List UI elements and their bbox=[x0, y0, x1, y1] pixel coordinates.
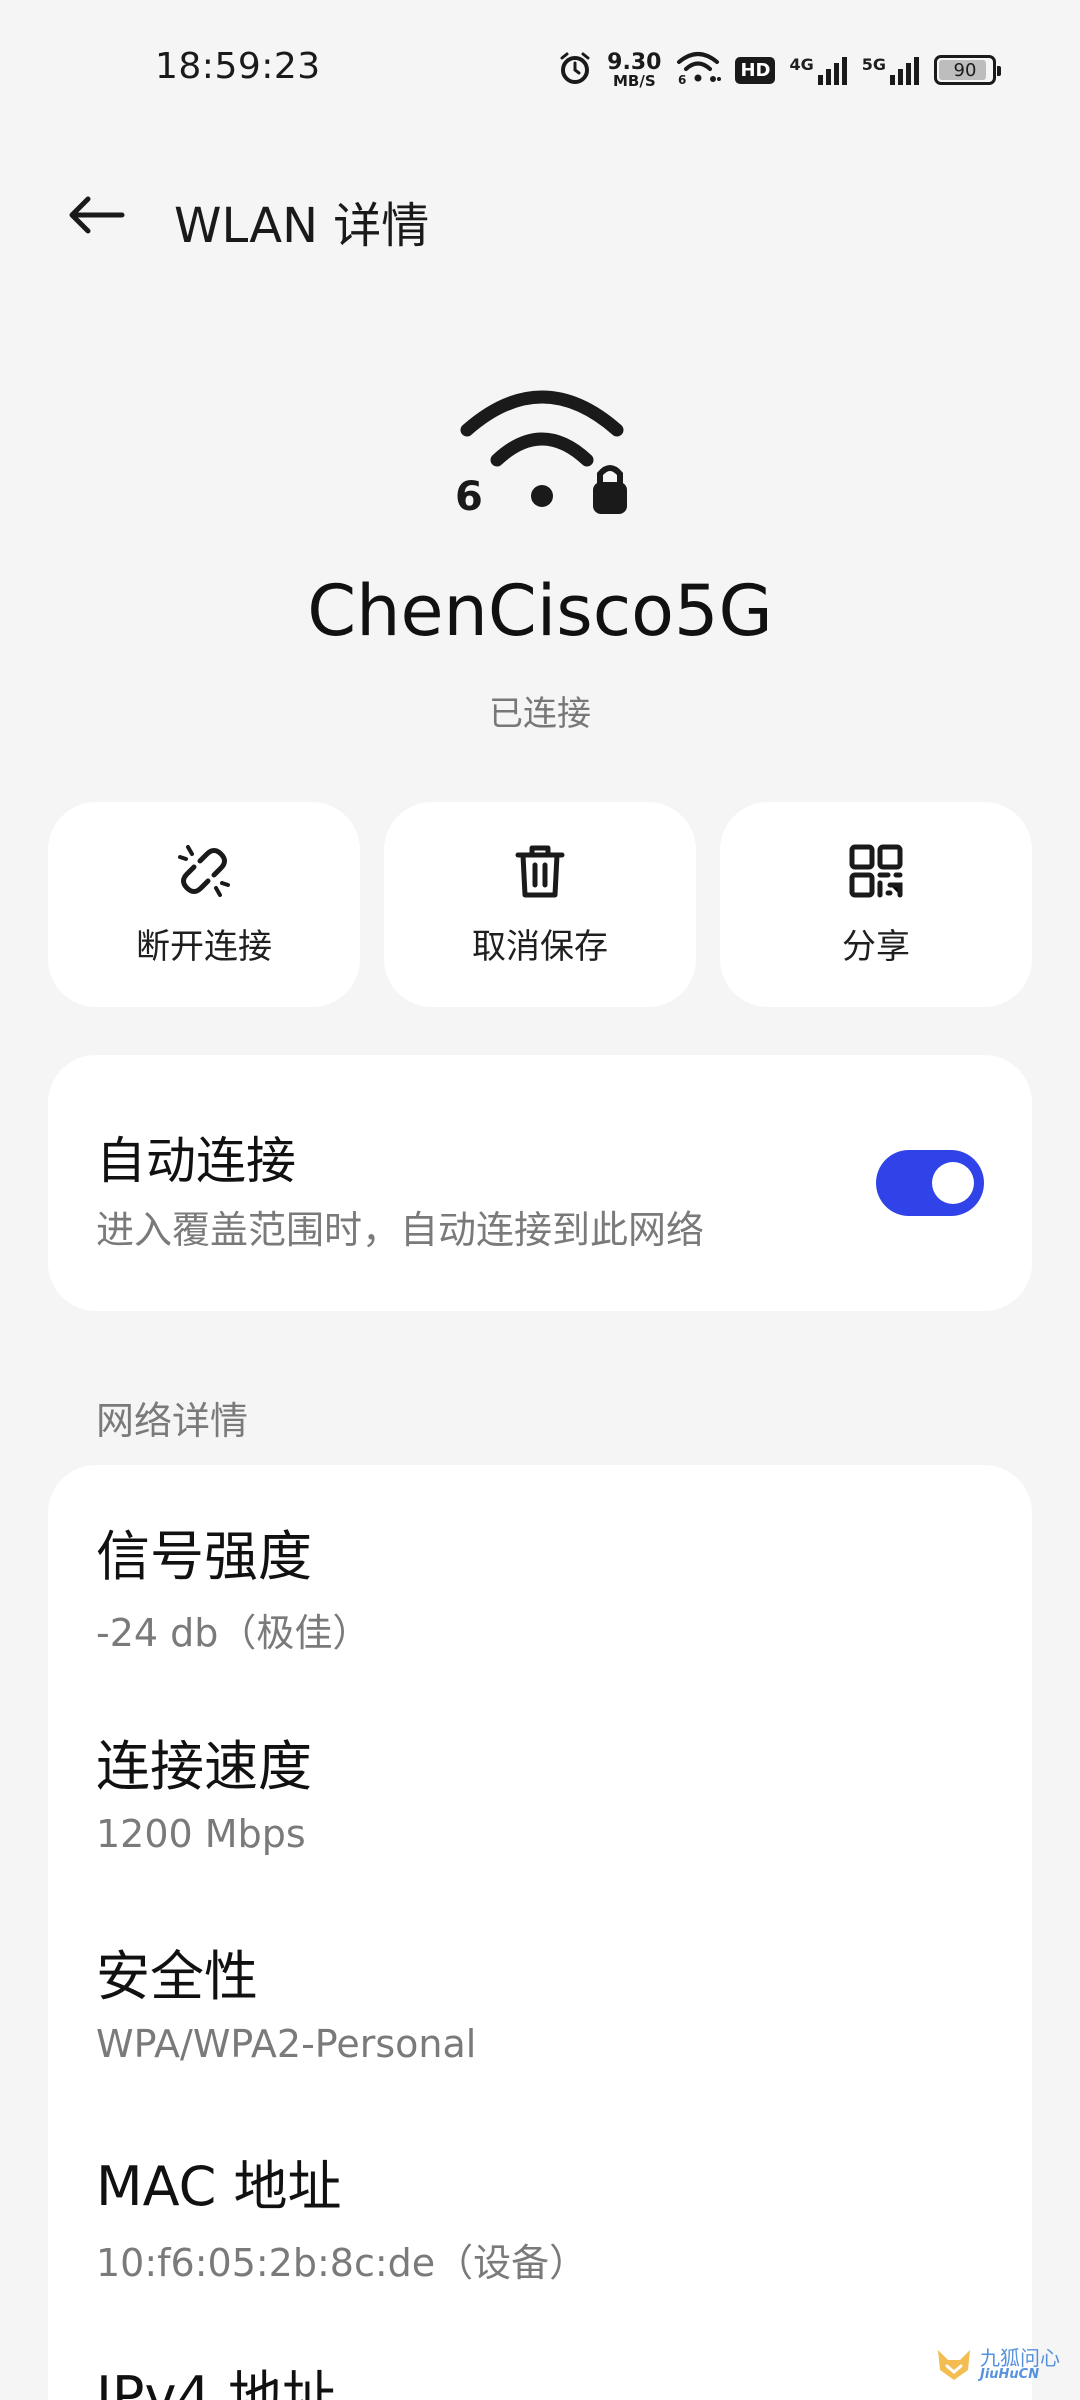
battery-icon: 90 bbox=[934, 55, 1001, 85]
app-header: WLAN 详情 bbox=[0, 170, 1080, 260]
auto-connect-card: 自动连接 进入覆盖范围时，自动连接到此网络 bbox=[48, 1055, 1032, 1311]
disconnect-button[interactable]: 断开连接 bbox=[48, 802, 360, 1007]
wifi-6-locked-icon: 6 bbox=[455, 378, 630, 520]
security-value: WPA/WPA2-Personal bbox=[96, 2021, 477, 2066]
mac-address-title: MAC 地址 bbox=[96, 2155, 342, 2218]
network-details-card: 信号强度 -24 db（极佳） 连接速度 1200 Mbps 安全性 WPA/W… bbox=[48, 1465, 1032, 2400]
forget-network-label: 取消保存 bbox=[472, 927, 608, 967]
status-time: 18:59:23 bbox=[155, 46, 321, 87]
cellular-signal-5g: 5G bbox=[862, 55, 920, 85]
fox-logo-icon bbox=[938, 2350, 970, 2380]
mac-address-row[interactable]: MAC 地址 10:f6:05:2b:8c:de（设备） bbox=[96, 2155, 996, 2287]
connection-status: 已连接 bbox=[489, 694, 591, 734]
ipv4-address-row[interactable]: IPv4 地址 bbox=[96, 2365, 996, 2400]
broken-link-icon bbox=[178, 845, 230, 897]
trash-icon bbox=[515, 845, 565, 898]
signal-bars-icon bbox=[817, 57, 847, 85]
security-title: 安全性 bbox=[96, 1945, 258, 2008]
qr-code-icon bbox=[849, 844, 903, 898]
signal-strength-title: 信号强度 bbox=[96, 1525, 312, 1588]
signal-strength-value: -24 db（极佳） bbox=[96, 1610, 371, 1655]
network-name: ChenCisco5G bbox=[307, 570, 773, 652]
cell-5g-label: 5G bbox=[861, 55, 886, 74]
share-label: 分享 bbox=[842, 927, 910, 967]
battery-nub bbox=[997, 66, 1001, 76]
cellular-signal-4g: 4G bbox=[789, 55, 847, 85]
signal-strength-row[interactable]: 信号强度 -24 db（极佳） bbox=[96, 1525, 996, 1657]
disconnect-label: 断开连接 bbox=[136, 927, 272, 967]
status-bar: 18:59:23 9.30 MB/S 6 HD 4G 5G 90 bbox=[0, 0, 1080, 140]
action-buttons: 断开连接 取消保存 分享 bbox=[48, 802, 1032, 1007]
watermark-en: JiuHuCN bbox=[980, 2366, 1040, 2382]
watermark: 九狐问心 JiuHuCN bbox=[934, 2336, 1060, 2392]
mac-address-value: 10:f6:05:2b:8c:de（设备） bbox=[96, 2240, 588, 2285]
network-speed-unit: MB/S bbox=[612, 71, 656, 90]
cell-4g-label: 4G bbox=[789, 55, 814, 74]
alarm-icon bbox=[557, 50, 593, 90]
forget-network-button[interactable]: 取消保存 bbox=[384, 802, 696, 1007]
status-icons: 9.30 MB/S 6 HD 4G 5G 90 bbox=[557, 48, 1001, 92]
hd-voice-badge: HD bbox=[735, 56, 776, 84]
auto-connect-description: 进入覆盖范围时，自动连接到此网络 bbox=[96, 1208, 705, 1252]
link-speed-value: 1200 Mbps bbox=[96, 1811, 306, 1856]
watermark-cn: 九狐问心 bbox=[980, 2345, 1060, 2370]
auto-connect-title: 自动连接 bbox=[96, 1132, 296, 1190]
back-button[interactable] bbox=[56, 180, 136, 250]
toggle-knob bbox=[932, 1162, 974, 1204]
auto-connect-toggle[interactable] bbox=[876, 1150, 984, 1216]
wlan-details-screen: 18:59:23 9.30 MB/S 6 HD 4G 5G 90 WLAN 详情… bbox=[0, 0, 1080, 2400]
network-speed: 9.30 MB/S bbox=[607, 49, 662, 90]
network-speed-value: 9.30 bbox=[607, 49, 662, 75]
watermark-text: 九狐问心 JiuHuCN bbox=[980, 2348, 1060, 2381]
network-details-section-label: 网络详情 bbox=[96, 1399, 249, 1443]
link-speed-row[interactable]: 连接速度 1200 Mbps bbox=[96, 1735, 996, 1856]
wifi-status-icon: 6 bbox=[675, 50, 722, 90]
share-button[interactable]: 分享 bbox=[720, 802, 1032, 1007]
ipv4-address-title: IPv4 地址 bbox=[96, 2365, 336, 2400]
link-speed-title: 连接速度 bbox=[96, 1735, 312, 1798]
security-row[interactable]: 安全性 WPA/WPA2-Personal bbox=[96, 1945, 996, 2066]
svg-text:6: 6 bbox=[455, 474, 483, 518]
arrow-left-icon bbox=[69, 196, 125, 234]
signal-bars-icon bbox=[890, 57, 919, 85]
svg-text:6: 6 bbox=[678, 73, 686, 86]
battery-level: 90 bbox=[953, 59, 977, 81]
page-title: WLAN 详情 bbox=[174, 198, 430, 254]
